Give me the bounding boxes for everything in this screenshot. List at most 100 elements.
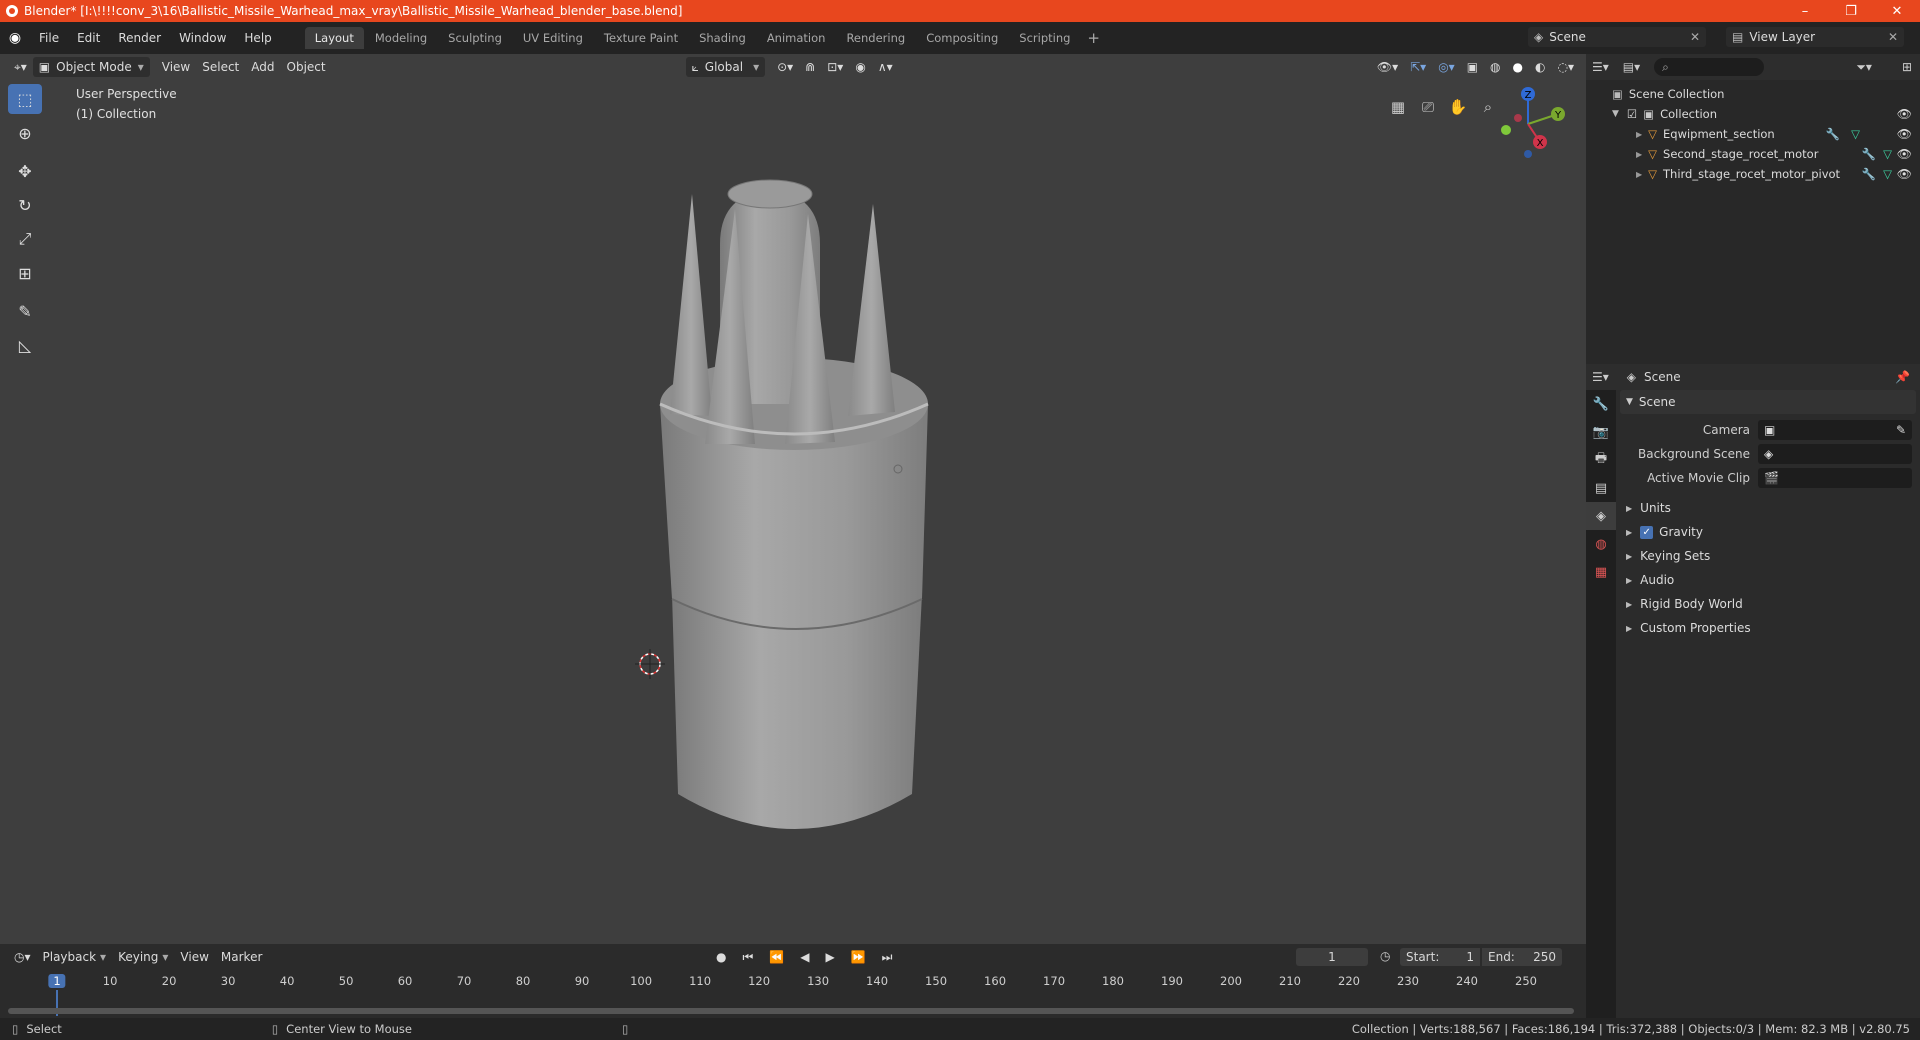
annotate-tool-icon[interactable]: ✎ xyxy=(8,296,42,326)
menu-help[interactable]: Help xyxy=(235,31,280,45)
custom-properties-panel[interactable]: ▶ Custom Properties xyxy=(1620,616,1916,640)
expand-arrow-icon[interactable]: ▶ xyxy=(1636,170,1642,179)
scale-tool-icon[interactable]: ⤢ xyxy=(8,224,42,254)
material-shading-icon[interactable]: ◐ xyxy=(1529,57,1551,77)
viewport-menu-object[interactable]: Object xyxy=(281,57,332,77)
wireframe-shading-icon[interactable]: ◍ xyxy=(1484,57,1506,77)
snap-icon[interactable]: ⋒ xyxy=(799,57,821,77)
gizmo-toggle-icon[interactable]: ⇱▾ xyxy=(1404,57,1432,77)
rotate-tool-icon[interactable]: ↻ xyxy=(8,190,42,220)
overlay-toggle-icon[interactable]: ◎▾ xyxy=(1432,57,1461,77)
current-frame-indicator[interactable]: 1 xyxy=(48,974,66,988)
record-icon[interactable]: ● xyxy=(710,947,732,967)
navigation-gizmo[interactable]: Z Y X xyxy=(1488,84,1568,164)
view-layer-close-icon[interactable]: ✕ xyxy=(1888,30,1898,44)
render-tab-icon[interactable]: 📷 xyxy=(1586,418,1616,446)
play-reverse-icon[interactable]: ◀ xyxy=(794,947,815,967)
start-frame-field[interactable]: Start: 1 xyxy=(1400,948,1480,966)
keying-sets-panel[interactable]: ▶ Keying Sets xyxy=(1620,544,1916,568)
stopwatch-icon[interactable]: ◷ xyxy=(1380,949,1390,963)
editor-type-icon[interactable]: ⌖▾ xyxy=(8,57,33,77)
transform-tool-icon[interactable]: ⊞ xyxy=(8,258,42,288)
units-panel[interactable]: ▶ Units xyxy=(1620,496,1916,520)
scene-close-icon[interactable]: ✕ xyxy=(1690,30,1700,44)
viewport-menu-add[interactable]: Add xyxy=(245,57,280,77)
warhead-model[interactable] xyxy=(580,154,1000,854)
tab-layout[interactable]: Layout xyxy=(304,27,364,49)
menu-edit[interactable]: Edit xyxy=(68,31,109,45)
grid-view-icon[interactable]: ▦ xyxy=(1383,92,1413,122)
timeline-menu-keying[interactable]: Keying ▾ xyxy=(112,947,174,967)
minimize-button[interactable]: – xyxy=(1782,0,1828,22)
visibility-icon[interactable]: 👁▾ xyxy=(1371,57,1404,77)
pin-icon[interactable]: 📌 xyxy=(1895,370,1910,384)
viewport-menu-select[interactable]: Select xyxy=(196,57,245,77)
proportional-edit-icon[interactable]: ◉ xyxy=(849,57,871,77)
menu-render[interactable]: Render xyxy=(109,31,170,45)
active-movie-clip-field[interactable]: 🎬 xyxy=(1758,468,1912,488)
add-workspace-icon[interactable]: + xyxy=(1081,29,1106,47)
expand-arrow-icon[interactable]: ▶ xyxy=(1636,130,1642,139)
rigid-body-world-panel[interactable]: ▶ Rigid Body World xyxy=(1620,592,1916,616)
transform-orientation-dropdown[interactable]: ⟀ Global ▾ xyxy=(685,57,766,77)
view-layer-selector[interactable]: ▤ View Layer ✕ xyxy=(1726,27,1904,47)
tool-tab-icon[interactable]: 🔧 xyxy=(1586,390,1616,418)
display-mode-icon[interactable]: ▤▾ xyxy=(1623,60,1640,74)
modifier-wrench-icon[interactable]: 🔧 xyxy=(1826,127,1840,141)
object-mode-dropdown[interactable]: ▣ Object Mode ▾ xyxy=(32,57,150,77)
modifier-wrench-icon[interactable]: 🔧 xyxy=(1862,147,1876,161)
jump-end-icon[interactable]: ⏭ xyxy=(876,947,899,967)
outliner-row-collection[interactable]: ▼ ☑ ▣ Collection 👁 xyxy=(1586,104,1920,124)
scene-selector[interactable]: ◈ Scene ✕ xyxy=(1528,27,1706,47)
3d-viewport[interactable]: ⌖▾ ▣ Object Mode ▾ View Select Add Objec… xyxy=(0,54,1586,944)
close-button[interactable]: ✕ xyxy=(1874,0,1920,22)
camera-view-icon[interactable]: ⎚ xyxy=(1413,92,1443,122)
measure-tool-icon[interactable]: ◺ xyxy=(8,330,42,360)
outliner-row-scene-collection[interactable]: ▣ Scene Collection xyxy=(1586,84,1920,104)
output-tab-icon[interactable]: 🖶 xyxy=(1586,446,1616,474)
view-layer-tab-icon[interactable]: ▤ xyxy=(1586,474,1616,502)
camera-field[interactable]: ▣ ✎ xyxy=(1758,420,1912,440)
collection-checkbox-icon[interactable]: ☑ xyxy=(1627,107,1637,121)
tab-shading[interactable]: Shading xyxy=(689,27,756,49)
filter-icon[interactable]: ⏷▾ xyxy=(1856,60,1872,75)
new-collection-icon[interactable]: ⊞ xyxy=(1902,60,1912,74)
menu-file[interactable]: File xyxy=(30,31,68,45)
falloff-icon[interactable]: ∧▾ xyxy=(872,57,899,77)
outliner-row-object[interactable]: ▶ ▽ Third_stage_rocet_motor_pivot 🔧 ▽ 👁 xyxy=(1586,164,1920,184)
expand-arrow-icon[interactable]: ▼ xyxy=(1612,109,1619,119)
menu-window[interactable]: Window xyxy=(170,31,235,45)
next-keyframe-icon[interactable]: ⏩ xyxy=(845,947,872,967)
modifier-wrench-icon[interactable]: 🔧 xyxy=(1862,167,1876,181)
tab-texture-paint[interactable]: Texture Paint xyxy=(594,27,688,49)
pivot-point-icon[interactable]: ⊙▾ xyxy=(771,57,799,77)
viewport-menu-view[interactable]: View xyxy=(156,57,196,77)
timeline-menu-marker[interactable]: Marker xyxy=(215,947,268,967)
gravity-checkbox[interactable]: ✓ xyxy=(1640,525,1654,539)
background-scene-field[interactable]: ◈ xyxy=(1758,444,1912,464)
timeline-menu-playback[interactable]: Playback ▾ xyxy=(37,947,113,967)
solid-shading-icon[interactable]: ● xyxy=(1507,57,1529,77)
cursor-tool-icon[interactable]: ⊕ xyxy=(8,118,42,148)
texture-tab-icon[interactable]: ▦ xyxy=(1586,558,1616,586)
eye-icon[interactable]: 👁 xyxy=(1897,127,1912,141)
scene-panel-header[interactable]: ▼ Scene xyxy=(1620,390,1916,414)
tab-animation[interactable]: Animation xyxy=(757,27,836,49)
eyedropper-icon[interactable]: ✎ xyxy=(1896,423,1906,437)
current-frame-field[interactable]: 1 xyxy=(1296,948,1368,966)
timeline-menu-view[interactable]: View xyxy=(174,947,214,967)
outliner-editor-icon[interactable]: ☰▾ xyxy=(1592,60,1609,74)
outliner-search-input[interactable]: ⌕ xyxy=(1654,58,1765,76)
move-tool-icon[interactable]: ✥ xyxy=(8,156,42,186)
eye-icon[interactable]: 👁 xyxy=(1897,147,1912,161)
mesh-data-icon[interactable]: ▽ xyxy=(1883,147,1892,161)
tab-compositing[interactable]: Compositing xyxy=(916,27,1008,49)
tab-scripting[interactable]: Scripting xyxy=(1009,27,1080,49)
frame-ruler[interactable]: 1 10 20 30 40 50 60 70 80 90 100 110 120 130 140 150 160… xyxy=(0,972,1586,1016)
timeline-scrollbar[interactable] xyxy=(8,1008,1574,1014)
gravity-panel[interactable]: ▶ ✓ Gravity xyxy=(1620,520,1916,544)
tab-rendering[interactable]: Rendering xyxy=(836,27,915,49)
select-box-tool-icon[interactable]: ⬚ xyxy=(8,84,42,114)
end-frame-field[interactable]: End: 250 xyxy=(1482,948,1562,966)
snap-target-icon[interactable]: ⊡▾ xyxy=(821,57,849,77)
